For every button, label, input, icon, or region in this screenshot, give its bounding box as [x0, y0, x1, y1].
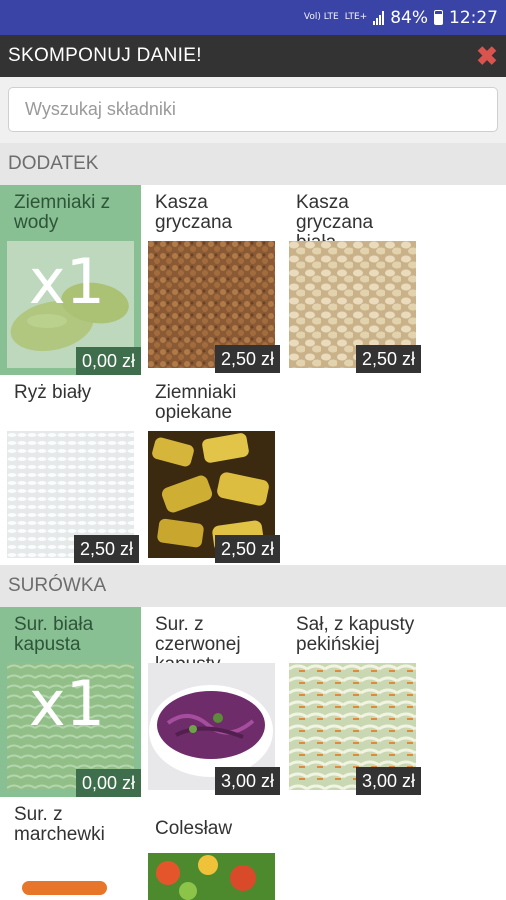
search-input[interactable]: [8, 87, 498, 132]
ingredient-tile[interactable]: Ziemniaki opiekane 2,50 zł: [141, 375, 282, 565]
price-label: 2,50 zł: [214, 345, 280, 373]
price-label: 3,00 zł: [214, 767, 280, 795]
price-label: 0,00 zł: [75, 769, 141, 797]
ingredient-name: Ryż biały: [14, 383, 92, 403]
signal-icon: [373, 10, 385, 25]
price-label: 2,50 zł: [73, 535, 139, 563]
quantity-badge: x1: [28, 667, 106, 740]
ingredient-name: Ziemniaki z wody: [14, 193, 111, 233]
ingredient-tile[interactable]: Ryż biały 2,50 zł: [0, 375, 141, 565]
lte-indicator: LTE+: [345, 13, 368, 22]
ingredient-tile[interactable]: Sur. z marchewki: [0, 797, 141, 900]
ingredient-name: Sur. z czerwonej kapusty: [155, 615, 241, 667]
close-icon[interactable]: ✖: [474, 43, 500, 69]
battery-icon: [434, 10, 443, 25]
status-bar: Vol) LTE LTE+ 84% 12:27: [0, 0, 506, 35]
ingredient-tile[interactable]: Sał, z kapusty pekińskiej 3,00 zł: [282, 607, 423, 797]
ingredient-name: Sur. biała kapusta: [14, 615, 94, 655]
carrot-salad-image: [7, 853, 134, 900]
status-icons: Vol) LTE LTE+ 84% 12:27: [304, 0, 498, 35]
volte-label: Vol) LTE: [303, 12, 339, 22]
battery-percent: 84%: [390, 7, 428, 28]
page-title: SKOMPONUJ DANIE!: [8, 45, 202, 66]
ingredient-tile[interactable]: Kasza gryczana 2,50 zł: [141, 185, 282, 375]
ingredient-tile[interactable]: Ziemniaki z wody x1 0,00 zł: [0, 185, 141, 375]
app-bar: SKOMPONUJ DANIE! ✖: [0, 35, 506, 77]
ingredient-tile[interactable]: Colesław: [141, 797, 282, 900]
ingredient-name: Kasza gryczana biała: [296, 193, 374, 245]
section-header-dodatek: DODATEK: [0, 143, 506, 185]
price-label: 0,00 zł: [75, 347, 141, 375]
lte-label: LTE+: [344, 12, 368, 22]
ingredient-tile[interactable]: Kasza gryczana biała 2,50 zł: [282, 185, 423, 375]
ingredient-tile[interactable]: Sur. z czerwonej kapusty 3,00 zł: [141, 607, 282, 797]
price-label: 2,50 zł: [355, 345, 421, 373]
price-label: 2,50 zł: [214, 535, 280, 563]
clock: 12:27: [449, 7, 498, 28]
quantity-badge: x1: [28, 245, 106, 318]
coleslaw-image: [148, 853, 275, 900]
ingredient-tile[interactable]: Sur. biała kapusta x1 0,00 zł: [0, 607, 141, 797]
ingredient-name: Ziemniaki opiekane: [155, 383, 237, 423]
search-bar: [0, 77, 506, 143]
volte-indicator: Vol) LTE: [304, 13, 339, 22]
ingredient-name: Kasza gryczana: [155, 193, 233, 233]
ingredient-name: Sur. z marchewki: [14, 805, 105, 845]
section-header-surowka: SURÓWKA: [0, 565, 506, 607]
price-label: 3,00 zł: [355, 767, 421, 795]
ingredient-name: Sał, z kapusty pekińskiej: [296, 615, 415, 655]
